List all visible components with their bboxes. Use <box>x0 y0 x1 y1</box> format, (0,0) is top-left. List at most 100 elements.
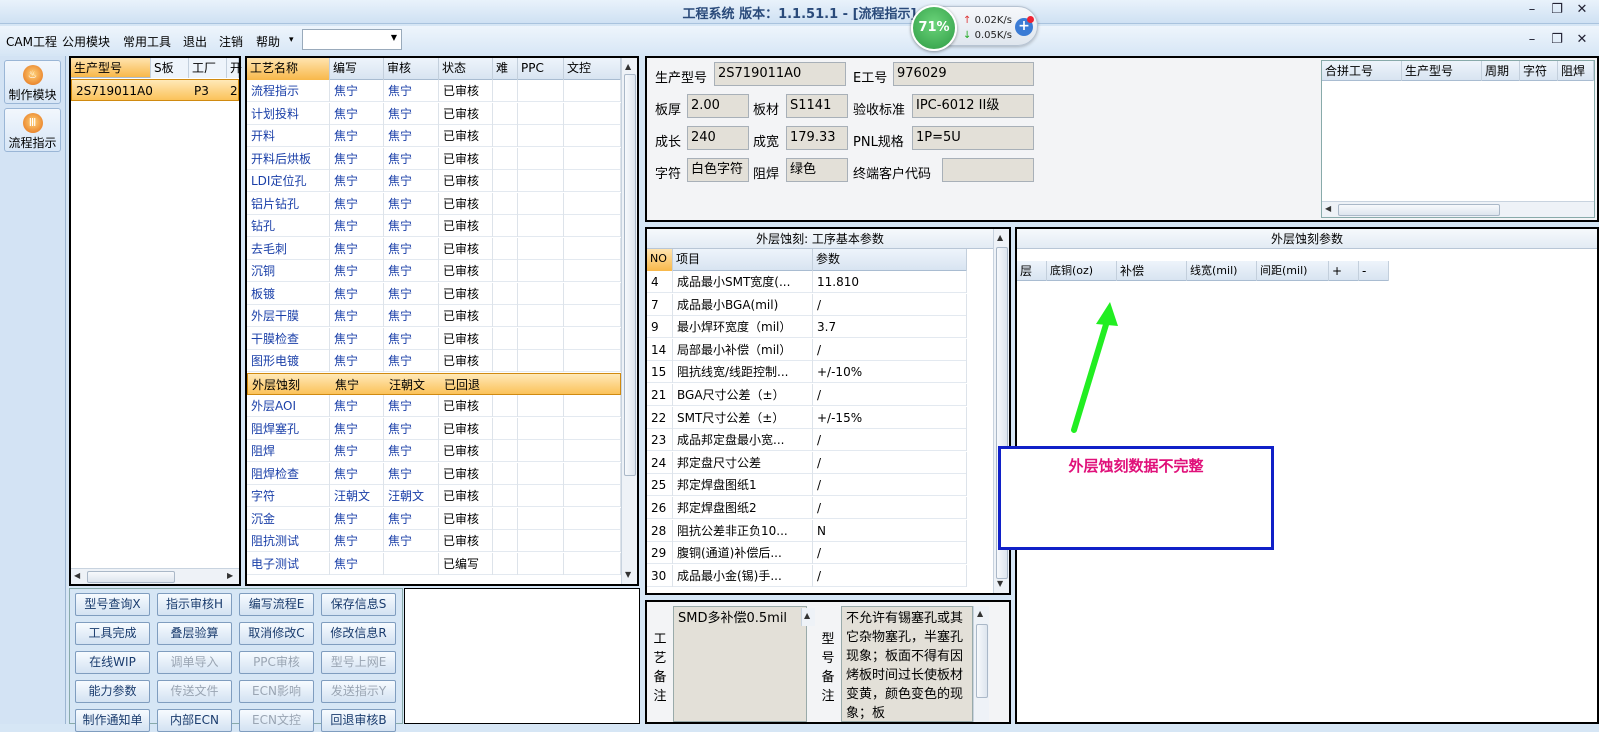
action-button[interactable]: 工具完成 <box>75 622 150 645</box>
column-header[interactable]: + <box>1329 261 1359 281</box>
standard-field[interactable]: IPC-6012 II级 <box>912 94 1034 118</box>
scroll-up-icon[interactable]: ▲ <box>977 609 983 618</box>
table-row[interactable]: LDI定位孔 焦宁 焦宁 已审核 <box>247 170 621 192</box>
action-button[interactable]: 在线WIP <box>75 651 150 674</box>
mask-field[interactable]: 绿色 <box>786 158 848 182</box>
mdi-close-button[interactable]: ✕ <box>1571 32 1593 50</box>
table-row[interactable]: 阻焊塞孔 焦宁 焦宁 已审核 <box>247 417 621 440</box>
pnl-field[interactable]: 1P=5U <box>912 126 1034 150</box>
table-row[interactable]: 干膜检查 焦宁 焦宁 已审核 <box>247 327 621 350</box>
table-row[interactable]: 14 局部最小补偿（mil） / <box>647 338 967 361</box>
column-header[interactable]: 阻焊 <box>1558 61 1594 81</box>
customer-field[interactable] <box>942 158 1034 182</box>
process-remark-textarea[interactable]: SMD多补偿0.5mil <box>673 606 807 722</box>
scroll-thumb[interactable] <box>87 571 175 583</box>
column-header[interactable]: 审核 <box>384 58 439 80</box>
table-row[interactable]: 24 邦定盘尺寸公差 / <box>647 451 967 474</box>
table-row[interactable]: 2S719011A0 P3 2 <box>71 79 239 101</box>
scroll-up-icon[interactable]: ▲ <box>997 233 1003 242</box>
table-row[interactable]: 29 腹铜(通道)补偿后... / <box>647 542 967 565</box>
menu-common-tools[interactable]: 常用工具 <box>123 33 171 50</box>
column-header[interactable]: 周期 <box>1482 61 1520 81</box>
column-header[interactable]: 编写 <box>330 58 384 80</box>
column-header[interactable]: 难 <box>493 58 518 80</box>
table-row[interactable]: 外层蚀刻 焦宁 汪朝文 已回退 <box>247 372 621 395</box>
flow-guide-button[interactable]: Ⅲ 流程指示 <box>4 108 61 152</box>
column-header[interactable]: S板 <box>151 58 189 78</box>
column-header[interactable]: 开 <box>227 58 242 78</box>
table-row[interactable]: 21 BGA尺寸公差（±） / <box>647 384 967 406</box>
table-row[interactable]: 沉金 焦宁 焦宁 已审核 <box>247 507 621 530</box>
table-row[interactable]: 计划投料 焦宁 焦宁 已审核 <box>247 102 621 125</box>
column-header[interactable]: 状态 <box>439 58 493 80</box>
scroll-thumb[interactable] <box>976 624 988 698</box>
model-remark-textarea[interactable]: 不允许有锡塞孔或其它杂物塞孔，半塞孔现象；板面不得有因烤板时间过长使板材变黄，颜… <box>841 606 973 722</box>
action-button[interactable]: ECN影响 <box>239 680 314 703</box>
material-field[interactable]: S1141 <box>786 94 848 118</box>
table-row[interactable]: 字符 汪朝文 汪朝文 已审核 <box>247 485 621 507</box>
table-row[interactable]: 去毛刺 焦宁 焦宁 已审核 <box>247 237 621 260</box>
column-header[interactable]: 生产型号 <box>1402 61 1482 81</box>
column-header[interactable]: PPC <box>518 58 564 80</box>
table-row[interactable]: 22 SMT尺寸公差（±） +/-15% <box>647 406 967 429</box>
action-button[interactable]: ECN文控 <box>239 709 314 732</box>
length-field[interactable]: 240 <box>687 126 749 150</box>
action-button[interactable]: 叠层验算 <box>157 622 232 645</box>
menu-combo-select[interactable]: ▼ <box>302 29 402 50</box>
table-row[interactable]: 4 成品最小SMT宽度(... 11.810 <box>647 271 967 293</box>
action-button[interactable]: 型号查询X <box>75 593 150 616</box>
char-field[interactable]: 白色字符 <box>687 158 749 182</box>
table-row[interactable]: 28 阻抗公差非正负10... N <box>647 519 967 542</box>
table-row[interactable]: 阻抗测试 焦宁 焦宁 已审核 <box>247 530 621 552</box>
menu-cam[interactable]: CAM工程 <box>6 33 57 50</box>
network-monitor-widget[interactable]: 71% ↑ 0.02K/s ↓ 0.05K/s + <box>911 5 1038 51</box>
column-header[interactable]: 工厂 <box>189 58 227 78</box>
scroll-left-icon[interactable]: ◀ <box>1325 204 1331 213</box>
action-button[interactable]: 型号上网E <box>321 651 396 674</box>
eno-field[interactable]: 976029 <box>893 62 1034 86</box>
column-header[interactable]: 文控 <box>564 58 621 80</box>
menu-exit[interactable]: 退出 <box>183 33 207 50</box>
table-row[interactable]: 沉铜 焦宁 焦宁 已审核 <box>247 260 621 282</box>
action-button[interactable]: 能力参数 <box>75 680 150 703</box>
table-row[interactable]: 阻焊 焦宁 焦宁 已审核 <box>247 440 621 462</box>
make-module-button[interactable]: ♨ 制作模块 <box>4 60 61 104</box>
action-button[interactable]: 修改信息R <box>321 622 396 645</box>
column-header[interactable]: 参数 <box>813 249 967 271</box>
column-header[interactable]: 间距(mil) <box>1257 261 1329 281</box>
table-row[interactable]: 阻焊检查 焦宁 焦宁 已审核 <box>247 462 621 485</box>
table-row[interactable]: 7 成品最小BGA(mil) / <box>647 293 967 316</box>
scroll-left-icon[interactable]: ◀ <box>74 571 80 580</box>
table-row[interactable]: 9 最小焊环宽度（mil） 3.7 <box>647 316 967 339</box>
scroll-thumb[interactable] <box>624 74 636 476</box>
menu-help[interactable]: 帮助 <box>256 33 280 50</box>
column-header[interactable]: 生产型号 <box>71 58 151 78</box>
action-button[interactable]: 取消修改C <box>239 622 314 645</box>
table-row[interactable]: 15 阻抗线宽/线距控制... +/-10% <box>647 361 967 384</box>
process-remark-scroll[interactable]: ▲ <box>801 608 815 626</box>
model-field[interactable]: 2S719011A0 <box>714 62 846 86</box>
action-button[interactable]: 回退审核B <box>321 709 396 732</box>
table-row[interactable]: 开料 焦宁 焦宁 已审核 <box>247 125 621 147</box>
table-row[interactable]: 开料后烘板 焦宁 焦宁 已审核 <box>247 147 621 170</box>
column-header[interactable]: 底铜(oz) <box>1047 261 1117 281</box>
column-header[interactable]: 层 <box>1017 261 1047 281</box>
column-header[interactable]: 合拼工号 <box>1322 61 1402 81</box>
column-header[interactable]: - <box>1359 261 1389 281</box>
table-row[interactable]: 23 成品邦定盘最小宽... / <box>647 429 967 452</box>
scroll-up-icon[interactable]: ▲ <box>625 62 631 71</box>
table-row[interactable]: 钻孔 焦宁 焦宁 已审核 <box>247 215 621 237</box>
mdi-restore-button[interactable]: ❐ <box>1546 32 1568 50</box>
action-button[interactable]: PPC审核 <box>239 651 314 674</box>
scroll-thumb[interactable] <box>1338 204 1500 216</box>
table-row[interactable]: 板镀 焦宁 焦宁 已审核 <box>247 282 621 305</box>
action-button[interactable]: 内部ECN <box>157 709 232 732</box>
column-header[interactable]: NO <box>647 249 673 271</box>
close-window-button[interactable]: ✕ <box>1571 2 1593 20</box>
action-button[interactable]: 发送指示Y <box>321 680 396 703</box>
column-header[interactable]: 补偿 <box>1117 261 1187 281</box>
table-row[interactable]: 铝片钻孔 焦宁 焦宁 已审核 <box>247 192 621 215</box>
menu-logout[interactable]: 注销 <box>219 33 243 50</box>
column-header[interactable]: 工艺名称 <box>247 58 330 80</box>
action-button[interactable]: 指示审核H <box>157 593 232 616</box>
